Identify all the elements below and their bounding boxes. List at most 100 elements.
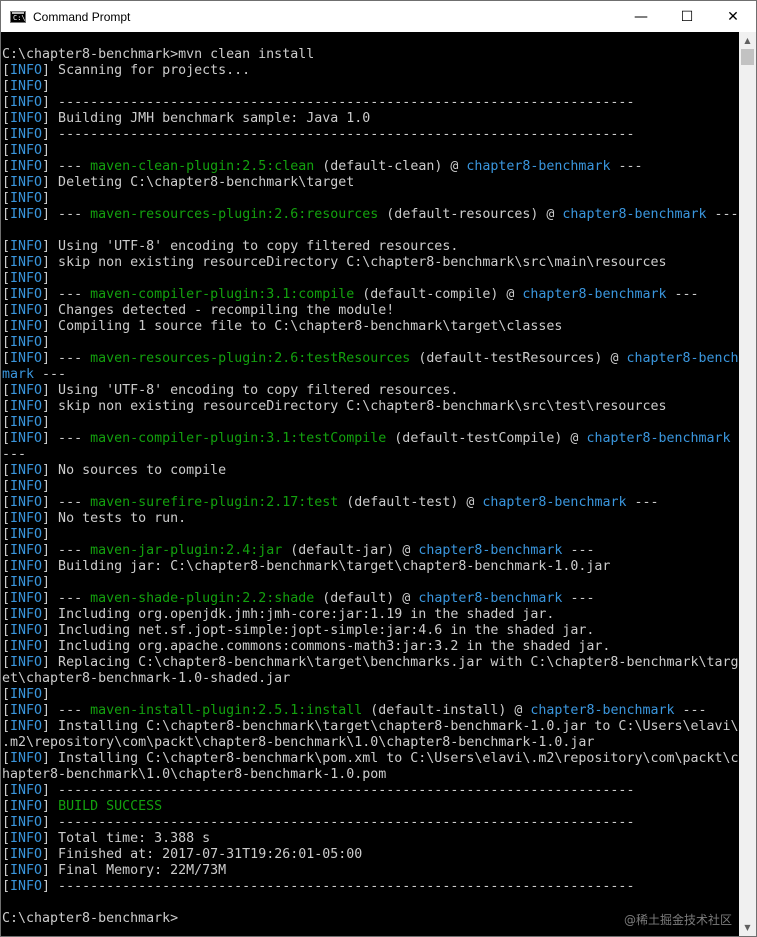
console-text: INFO [10, 351, 43, 366]
console-line: [INFO] Installing C:\chapter8-benchmark\… [2, 719, 739, 735]
console-text: BUILD SUCCESS [58, 799, 163, 814]
console-line: [INFO] Finished at: 2017-07-31T19:26:01-… [2, 847, 739, 863]
title-bar[interactable]: C:\ Command Prompt — ☐ ✕ [1, 1, 756, 32]
console-text: INFO [10, 719, 43, 734]
console-line: [INFO] Final Memory: 22M/73M [2, 863, 739, 879]
console-text: ] Building jar: C:\chapter8-benchmark\ta… [42, 559, 611, 574]
console-line: [INFO] skip non existing resourceDirecto… [2, 399, 739, 415]
console-line: [INFO] --- maven-resources-plugin:2.6:te… [2, 351, 739, 367]
console-text: INFO [10, 239, 43, 254]
console-text: INFO [10, 543, 43, 558]
console-text: ] Changes detected - recompiling the mod… [42, 303, 395, 318]
console-text: chapter8-benchmark [586, 431, 731, 446]
console-text: (default) @ [314, 591, 419, 606]
console-text: --- [2, 447, 27, 462]
console-text: [ [2, 655, 11, 670]
console-text: (default-resources) @ [378, 207, 563, 222]
console-text: INFO [10, 527, 43, 542]
console-line: mark --- [2, 367, 739, 383]
minimize-button[interactable]: — [618, 1, 664, 32]
console-text: [ [2, 479, 11, 494]
console-text: C:\chapter8-benchmark> [2, 911, 179, 926]
console-line: [INFO] Total time: 3.388 s [2, 831, 739, 847]
console-text: ] Total time: 3.388 s [42, 831, 211, 846]
console-text: hapter8-benchmark\1.0\chapter8-benchmark… [2, 767, 387, 782]
console-text: ] --------------------------------------… [42, 879, 635, 894]
console-text: ] [42, 575, 51, 590]
console-text: [ [2, 623, 11, 638]
console-text: maven-shade-plugin:2.2:shade [90, 591, 315, 606]
vertical-scrollbar[interactable]: ▲ ▼ [739, 32, 756, 936]
console-text: [ [2, 63, 11, 78]
console-text: ] --- [42, 159, 91, 174]
console-text: INFO [10, 207, 43, 222]
console-text: [ [2, 143, 11, 158]
console-text: (default-clean) @ [314, 159, 467, 174]
console-text: ] Scanning for projects... [42, 63, 251, 78]
console-text: ] No tests to run. [42, 511, 187, 526]
console-text: [ [2, 111, 11, 126]
console-text: chapter8-benchmark [562, 207, 707, 222]
scroll-up-arrow-icon[interactable]: ▲ [739, 32, 756, 49]
console-line: [INFO] --- maven-shade-plugin:2.2:shade … [2, 591, 739, 607]
console-line: [INFO] ---------------------------------… [2, 879, 739, 895]
console-line: [INFO] No tests to run. [2, 511, 739, 527]
console-text: INFO [10, 575, 43, 590]
console-text: ] Replacing C:\chapter8-benchmark\target… [42, 655, 739, 670]
console-text: (default-install) @ [362, 703, 531, 718]
scrollbar-thumb[interactable] [741, 49, 754, 65]
console-text: ] --- [42, 351, 91, 366]
console-text: [ [2, 687, 11, 702]
console-text: chapter8-benchmark [482, 495, 627, 510]
console-line: [INFO] [2, 687, 739, 703]
console-output[interactable]: C:\chapter8-benchmark>mvn clean install[… [1, 32, 739, 936]
console-text: ] [42, 527, 51, 542]
console-line: [INFO] Including org.openjdk.jmh:jmh-cor… [2, 607, 739, 623]
console-text: [ [2, 527, 11, 542]
console-line: [INFO] ---------------------------------… [2, 95, 739, 111]
console-line: [INFO] Building JMH benchmark sample: Ja… [2, 111, 739, 127]
console-text: .m2\repository\com\packt\chapter8-benchm… [2, 735, 595, 750]
console-text: INFO [10, 399, 43, 414]
console-text: [ [2, 575, 11, 590]
console-line: [INFO] --- maven-jar-plugin:2.4:jar (def… [2, 543, 739, 559]
console-text: [ [2, 591, 11, 606]
console-line: [INFO] --- maven-compiler-plugin:3.1:com… [2, 287, 739, 303]
console-text: chapter8-benchmark [466, 159, 611, 174]
console-text: [ [2, 271, 11, 286]
console-text: [ [2, 495, 11, 510]
console-text: INFO [10, 127, 43, 142]
console-line: [INFO] [2, 527, 739, 543]
console-text: C:\chapter8-benchmark>mvn clean install [2, 47, 315, 62]
console-line: [INFO] ---------------------------------… [2, 127, 739, 143]
console-text: INFO [10, 463, 43, 478]
console-text: INFO [10, 847, 43, 862]
console-line: [INFO] --- maven-resources-plugin:2.6:re… [2, 207, 739, 223]
console-text: [ [2, 383, 11, 398]
console-text: [ [2, 703, 11, 718]
console-text: ] --------------------------------------… [42, 127, 635, 142]
scroll-down-arrow-icon[interactable]: ▼ [739, 919, 756, 936]
maximize-button[interactable]: ☐ [664, 1, 710, 32]
console-text: ] Including org.apache.commons:commons-m… [42, 639, 611, 654]
console-text: --- [34, 367, 67, 382]
console-text: maven-clean-plugin:2.5:clean [90, 159, 315, 174]
console-text: ] Deleting C:\chapter8-benchmark\target [42, 175, 355, 190]
console-text: [ [2, 255, 11, 270]
close-button[interactable]: ✕ [710, 1, 756, 32]
console-text: et\chapter8-benchmark-1.0-shaded.jar [2, 671, 291, 686]
console-text: [ [2, 239, 11, 254]
console-text: ] --- [42, 287, 91, 302]
console-text: maven-surefire-plugin:2.17:test [90, 495, 339, 510]
console-line: [INFO] ---------------------------------… [2, 783, 739, 799]
console-text: ] Installing C:\chapter8-benchmark\pom.x… [42, 751, 739, 766]
console-line: [INFO] Replacing C:\chapter8-benchmark\t… [2, 655, 739, 671]
console-text: INFO [10, 335, 43, 350]
console-line: [INFO] [2, 191, 739, 207]
command-prompt-window: C:\ Command Prompt — ☐ ✕ C:\chapter8-ben… [0, 0, 757, 937]
console-line: --- [2, 447, 739, 463]
console-text: ] --------------------------------------… [42, 783, 635, 798]
console-text: INFO [10, 655, 43, 670]
